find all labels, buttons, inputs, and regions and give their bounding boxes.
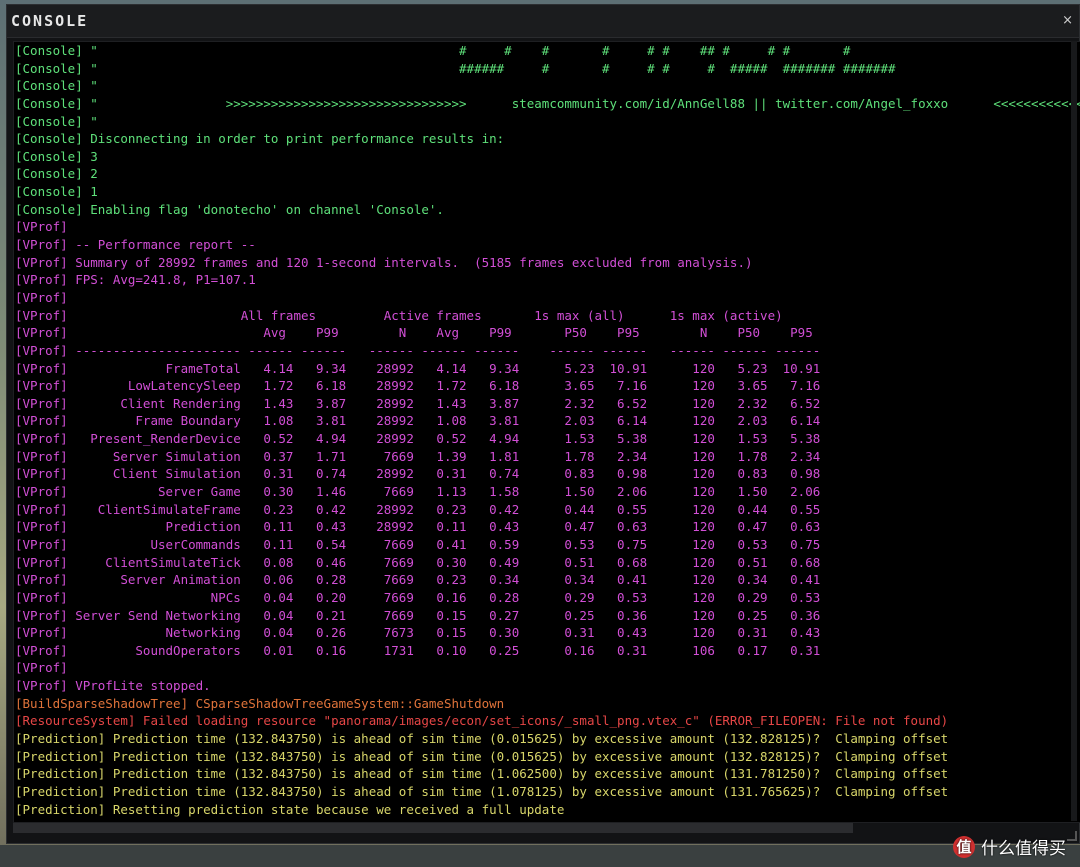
log-line: [VProf] Server Game 0.30 1.46 7669 1.13 … bbox=[15, 484, 821, 500]
log-line: [VProf] All frames Active frames 1s max … bbox=[15, 307, 783, 323]
log-line: [VProf] ---------------------- ------ --… bbox=[15, 342, 821, 358]
log-line: [VProf] UserCommands 0.11 0.54 7669 0.41… bbox=[15, 536, 821, 552]
resize-handle-icon[interactable] bbox=[1067, 831, 1077, 841]
log-line: [Console] " >>>>>>>>>>>>>>>>>>>>>>>>>>>>… bbox=[15, 95, 1080, 111]
log-line: [Prediction] Resetting prediction state … bbox=[15, 801, 565, 817]
log-line: [Console] 3 bbox=[15, 148, 98, 164]
log-line: [Prediction] Prediction time (132.843750… bbox=[15, 730, 949, 746]
log-line: [Prediction] Prediction time (132.843750… bbox=[15, 748, 949, 764]
log-line: [VProf] Summary of 28992 frames and 120 … bbox=[15, 254, 753, 270]
log-line: [VProf] Server Animation 0.06 0.28 7669 … bbox=[15, 572, 821, 588]
console-titlebar[interactable]: CONSOLE × bbox=[7, 5, 1079, 38]
log-line: [VProf] ClientSimulateFrame 0.23 0.42 28… bbox=[15, 501, 821, 517]
log-line: [VProf] FPS: Avg=241.8, P1=107.1 bbox=[15, 272, 256, 288]
log-line: [VProf] SoundOperators 0.01 0.16 1731 0.… bbox=[15, 642, 821, 658]
log-line: [VProf] Prediction 0.11 0.43 28992 0.11 … bbox=[15, 519, 821, 535]
log-line: [VProf] bbox=[15, 660, 68, 676]
log-line: [Console] " bbox=[15, 113, 98, 129]
watermark-logo-icon: 值 bbox=[953, 835, 975, 858]
console-log[interactable]: [Console] " # # # # # # ## # # # # [Conso… bbox=[13, 41, 1080, 823]
log-line: [Console] " ###### # # # # # ##### #####… bbox=[15, 60, 896, 76]
log-line: [Console] Disconnecting in order to prin… bbox=[15, 131, 505, 147]
log-line: [VProf] bbox=[15, 289, 68, 305]
log-line: [Console] " # # # # # # ## # # # # bbox=[15, 43, 851, 58]
log-line: [VProf] Server Send Networking 0.04 0.21… bbox=[15, 607, 821, 623]
log-line: [VProf] Present_RenderDevice 0.52 4.94 2… bbox=[15, 431, 821, 447]
log-line: [VProf] Avg P99 N Avg P99 P50 P95 N P50 … bbox=[15, 325, 813, 341]
console-title: CONSOLE bbox=[11, 12, 89, 30]
log-line: [VProf] bbox=[15, 219, 68, 235]
log-line: [Prediction] Prediction time (132.843750… bbox=[15, 783, 949, 799]
log-line: [Console] " bbox=[15, 78, 98, 94]
log-line: [VProf] Networking 0.04 0.26 7673 0.15 0… bbox=[15, 625, 821, 641]
log-line: [VProf] VProfLite stopped. bbox=[15, 678, 211, 694]
log-line: [Console] Enabling flag 'donotecho' on c… bbox=[15, 201, 444, 217]
console-window: CONSOLE × [Console] " # # # # # # ## # #… bbox=[6, 4, 1080, 844]
log-line: [VProf] Frame Boundary 1.08 3.81 28992 1… bbox=[15, 413, 821, 429]
log-line: [VProf] NPCs 0.04 0.20 7669 0.16 0.28 0.… bbox=[15, 589, 821, 605]
log-line: [VProf] ClientSimulateTick 0.08 0.46 766… bbox=[15, 554, 821, 570]
vertical-scrollbar[interactable] bbox=[1071, 41, 1077, 821]
log-line: [VProf] LowLatencySleep 1.72 6.18 28992 … bbox=[15, 378, 821, 394]
horizontal-scrollbar[interactable] bbox=[13, 823, 853, 833]
log-line: [VProf] Client Simulation 0.31 0.74 2899… bbox=[15, 466, 821, 482]
log-line: [VProf] Server Simulation 0.37 1.71 7669… bbox=[15, 448, 821, 464]
log-line: [BuildSparseShadowTree] CSparseShadowTre… bbox=[15, 695, 505, 711]
log-line: [VProf] -- Performance report -- bbox=[15, 237, 256, 253]
log-line: [VProf] FrameTotal 4.14 9.34 28992 4.14 … bbox=[15, 360, 821, 376]
desktop-background-band bbox=[0, 845, 1080, 867]
log-line: [Prediction] Prediction time (132.843750… bbox=[15, 766, 949, 782]
log-line: [ResourceSystem] Failed loading resource… bbox=[15, 713, 949, 729]
log-line: [Console] 2 bbox=[15, 166, 98, 182]
log-line: [Console] 1 bbox=[15, 184, 98, 200]
watermark-text: 什么值得买 bbox=[981, 839, 1066, 859]
watermark: 值 什么值得买 bbox=[953, 834, 1066, 859]
log-line: [VProf] Client Rendering 1.43 3.87 28992… bbox=[15, 395, 821, 411]
close-icon[interactable]: × bbox=[1062, 13, 1073, 28]
